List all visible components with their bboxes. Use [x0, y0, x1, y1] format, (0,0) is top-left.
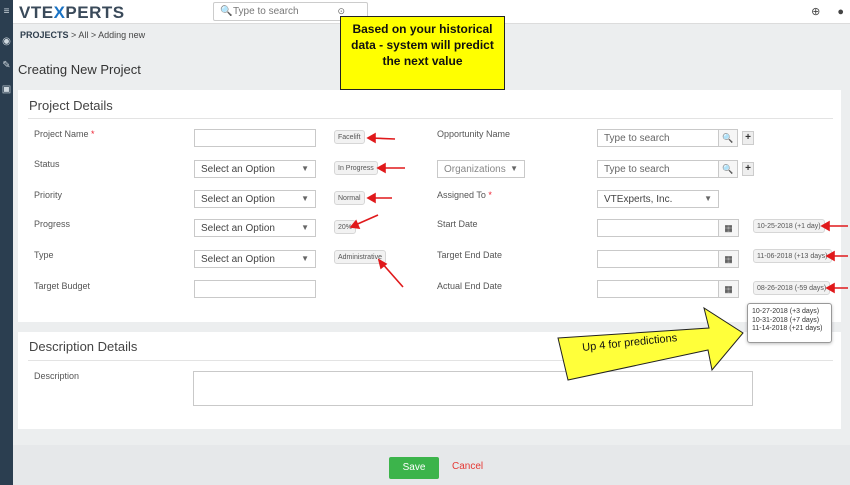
- tools-icon[interactable]: ✎: [1, 60, 12, 71]
- actual-end-date-label: Actual End Date: [437, 281, 503, 291]
- prediction-callout: Based on your historical data - system w…: [340, 16, 505, 90]
- breadcrumb-all[interactable]: All: [78, 30, 88, 40]
- prediction-option[interactable]: 10-27-2018 (+3 days): [752, 308, 827, 317]
- user-icon[interactable]: ●: [837, 6, 844, 18]
- breadcrumb: PROJECTS > All > Adding new: [20, 30, 146, 40]
- status-select[interactable]: Select an Option ▼: [194, 160, 316, 178]
- assigned-to-select[interactable]: VTExperts, Inc. ▼: [597, 190, 719, 208]
- prediction-badge-type[interactable]: Administrative: [334, 250, 386, 264]
- breadcrumb-module[interactable]: PROJECTS: [20, 30, 69, 40]
- organization-search-input[interactable]: Type to search: [597, 160, 719, 178]
- chevron-down-icon: ▼: [510, 164, 518, 173]
- divider: [28, 118, 833, 119]
- start-date-input[interactable]: [597, 219, 719, 237]
- description-textarea[interactable]: [193, 371, 753, 406]
- prediction-badge-priority[interactable]: Normal: [334, 191, 365, 205]
- add-opportunity-button[interactable]: +: [742, 131, 754, 145]
- prediction-list-tooltip: 10-27-2018 (+3 days) 10-31-2018 (+7 days…: [747, 303, 832, 343]
- prediction-badge-progress[interactable]: 20%: [334, 220, 357, 234]
- description-label: Description: [34, 371, 80, 381]
- prediction-badge-actual-end-date[interactable]: 08-26-2018 (-59 days): [753, 281, 831, 295]
- target-budget-input[interactable]: [194, 280, 316, 298]
- save-button[interactable]: Save: [389, 457, 439, 479]
- prediction-option[interactable]: 10-31-2018 (+7 days): [752, 317, 827, 326]
- chevron-down-icon: ▼: [301, 164, 309, 173]
- calendar-icon[interactable]: ▦: [718, 219, 739, 237]
- chevron-down-icon: ▼: [301, 254, 309, 263]
- opportunity-name-label: Opportunity Name: [437, 129, 511, 139]
- project-name-label: Project Name *: [34, 129, 95, 139]
- progress-label: Progress: [34, 219, 71, 229]
- divider: [28, 360, 833, 361]
- target-end-date-input[interactable]: [597, 250, 719, 268]
- target-end-date-label: Target End Date: [437, 250, 503, 260]
- prediction-badge-target-end-date[interactable]: 11-06-2018 (+13 days): [753, 249, 832, 263]
- breadcrumb-current: Adding new: [98, 30, 146, 40]
- organizations-select[interactable]: Organizations ▼: [437, 160, 525, 178]
- briefcase-icon[interactable]: ▣: [1, 84, 12, 95]
- chevron-down-icon: ▼: [301, 223, 309, 232]
- status-label: Status: [34, 159, 60, 169]
- support-icon[interactable]: ◉: [1, 36, 12, 47]
- actual-end-date-input[interactable]: [597, 280, 719, 298]
- assigned-to-label: Assigned To *: [437, 190, 492, 200]
- priority-label: Priority: [34, 190, 63, 200]
- vtexperts-logo[interactable]: VTEXPERTS: [19, 3, 125, 23]
- calendar-icon[interactable]: ▦: [718, 250, 739, 268]
- chevron-down-icon: ▼: [301, 194, 309, 203]
- prediction-badge-status[interactable]: In Progress: [334, 161, 378, 175]
- search-icon[interactable]: 🔍: [718, 160, 738, 178]
- calendar-icon[interactable]: ▦: [718, 280, 739, 298]
- type-select[interactable]: Select an Option ▼: [194, 250, 316, 268]
- chevron-down-icon: ▼: [704, 194, 712, 203]
- search-icon: 🔍: [220, 6, 233, 17]
- start-date-label: Start Date: [437, 219, 478, 229]
- project-name-input[interactable]: [194, 129, 316, 147]
- priority-select[interactable]: Select an Option ▼: [194, 190, 316, 208]
- search-icon[interactable]: 🔍: [718, 129, 738, 147]
- menu-icon[interactable]: ≡: [1, 6, 12, 17]
- add-icon[interactable]: ⊕: [811, 6, 820, 18]
- project-details-title: Project Details: [29, 98, 113, 113]
- page-title: Creating New Project: [18, 62, 141, 77]
- cancel-link[interactable]: Cancel: [452, 461, 483, 472]
- prediction-badge-start-date[interactable]: 10-25-2018 (+1 day): [753, 219, 825, 233]
- description-details-title: Description Details: [29, 339, 138, 354]
- prediction-badge-name[interactable]: Facelift: [334, 130, 365, 144]
- prediction-option[interactable]: 11-14-2018 (+21 days): [752, 325, 827, 334]
- add-organization-button[interactable]: +: [742, 162, 754, 176]
- left-sidebar: ≡ ◉ ✎ ▣: [0, 0, 13, 485]
- target-budget-label: Target Budget: [34, 281, 91, 291]
- progress-select[interactable]: Select an Option ▼: [194, 219, 316, 237]
- opportunity-search-input[interactable]: Type to search: [597, 129, 719, 147]
- topbar-actions: ⊕ ●: [797, 5, 844, 18]
- type-label: Type: [34, 250, 54, 260]
